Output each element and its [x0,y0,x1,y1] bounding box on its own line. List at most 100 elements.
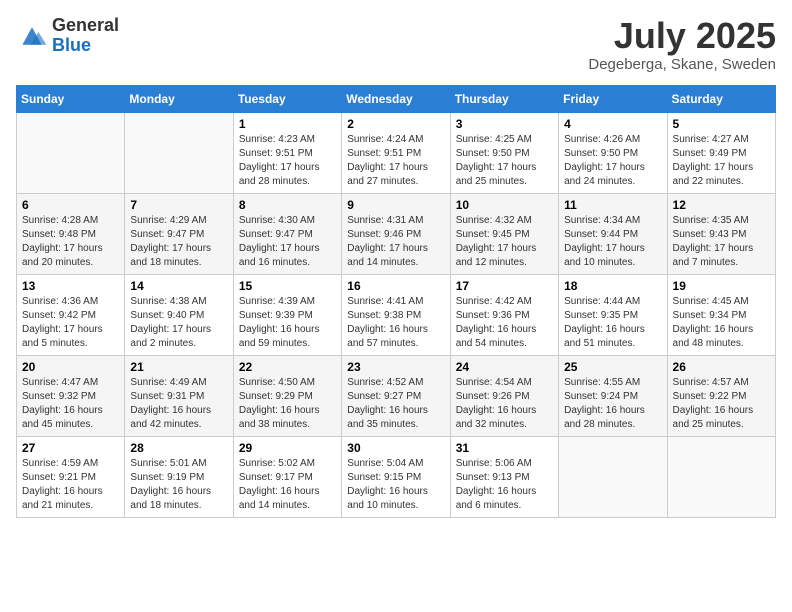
title-block: July 2025 Degeberga, Skane, Sweden [588,16,776,73]
calendar-cell: 12 Sunrise: 4:35 AM Sunset: 9:43 PM Dayli… [667,193,775,274]
day-number: 12 [673,198,770,212]
calendar-cell [667,436,775,517]
day-number: 8 [239,198,336,212]
day-number: 1 [239,117,336,131]
calendar-cell: 21 Sunrise: 4:49 AM Sunset: 9:31 PM Dayli… [125,355,233,436]
calendar-cell: 10Sunrise: 4:32 AM Sunset: 9:45 PM Dayli… [450,193,558,274]
day-info: Sunrise: 4:39 AM Sunset: 9:39 PM Dayligh… [239,295,336,351]
day-info: Sunrise: 4:38 AM Sunset: 9:40 PM Dayligh… [130,295,227,351]
calendar-week-row: 6 Sunrise: 4:28 AM Sunset: 9:48 PM Daylig… [17,193,776,274]
day-info: Sunrise: 4:32 AM Sunset: 9:45 PM Dayligh… [456,214,553,270]
calendar-week-row: 1Sunrise: 4:23 AM Sunset: 9:51 PM Daylig… [17,112,776,193]
day-number: 5 [673,117,770,131]
calendar-cell [125,112,233,193]
calendar-cell: 3 Sunrise: 4:25 AM Sunset: 9:50 PM Daylig… [450,112,558,193]
day-info: Sunrise: 4:52 AM Sunset: 9:27 PM Dayligh… [347,376,444,432]
calendar-cell: 17 Sunrise: 4:42 AM Sunset: 9:36 PM Dayli… [450,274,558,355]
day-number: 25 [564,360,661,374]
weekday-header-tuesday: Tuesday [233,85,341,112]
day-number: 19 [673,279,770,293]
day-number: 15 [239,279,336,293]
day-number: 20 [22,360,119,374]
day-number: 13 [22,279,119,293]
day-info: Sunrise: 4:30 AM Sunset: 9:47 PM Dayligh… [239,214,336,270]
day-number: 28 [130,441,227,455]
day-number: 17 [456,279,553,293]
day-info: Sunrise: 5:02 AM Sunset: 9:17 PM Dayligh… [239,457,336,513]
weekday-header-monday: Monday [125,85,233,112]
calendar-week-row: 20 Sunrise: 4:47 AM Sunset: 9:32 PM Dayli… [17,355,776,436]
day-info: Sunrise: 4:27 AM Sunset: 9:49 PM Dayligh… [673,133,770,189]
calendar-cell: 19 Sunrise: 4:45 AM Sunset: 9:34 PM Dayli… [667,274,775,355]
day-number: 9 [347,198,444,212]
day-number: 2 [347,117,444,131]
day-info: Sunrise: 4:28 AM Sunset: 9:48 PM Dayligh… [22,214,119,270]
day-info: Sunrise: 4:57 AM Sunset: 9:22 PM Dayligh… [673,376,770,432]
calendar-cell: 4 Sunrise: 4:26 AM Sunset: 9:50 PM Daylig… [559,112,667,193]
logo-icon [16,22,48,50]
calendar-cell: 26 Sunrise: 4:57 AM Sunset: 9:22 PM Dayli… [667,355,775,436]
calendar-cell: 5 Sunrise: 4:27 AM Sunset: 9:49 PM Daylig… [667,112,775,193]
calendar-table: SundayMondayTuesdayWednesdayThursdayFrid… [16,85,776,518]
day-info: Sunrise: 4:26 AM Sunset: 9:50 PM Dayligh… [564,133,661,189]
day-info: Sunrise: 4:42 AM Sunset: 9:36 PM Dayligh… [456,295,553,351]
day-info: Sunrise: 5:04 AM Sunset: 9:15 PM Dayligh… [347,457,444,513]
day-info: Sunrise: 4:59 AM Sunset: 9:21 PM Dayligh… [22,457,119,513]
calendar-cell: 2 Sunrise: 4:24 AM Sunset: 9:51 PM Daylig… [342,112,450,193]
weekday-header-wednesday: Wednesday [342,85,450,112]
weekday-header-saturday: Saturday [667,85,775,112]
location-subtitle: Degeberga, Skane, Sweden [588,56,776,73]
calendar-cell: 27 Sunrise: 4:59 AM Sunset: 9:21 PM Dayli… [17,436,125,517]
calendar-cell: 13 Sunrise: 4:36 AM Sunset: 9:42 PM Dayli… [17,274,125,355]
day-number: 6 [22,198,119,212]
day-info: Sunrise: 4:35 AM Sunset: 9:43 PM Dayligh… [673,214,770,270]
calendar-cell: 6 Sunrise: 4:28 AM Sunset: 9:48 PM Daylig… [17,193,125,274]
calendar-cell: 1Sunrise: 4:23 AM Sunset: 9:51 PM Daylig… [233,112,341,193]
day-info: Sunrise: 4:24 AM Sunset: 9:51 PM Dayligh… [347,133,444,189]
calendar-cell: 24 Sunrise: 4:54 AM Sunset: 9:26 PM Dayli… [450,355,558,436]
day-number: 3 [456,117,553,131]
month-title: July 2025 [588,16,776,56]
calendar-cell: 23 Sunrise: 4:52 AM Sunset: 9:27 PM Dayli… [342,355,450,436]
day-number: 27 [22,441,119,455]
calendar-cell: 18 Sunrise: 4:44 AM Sunset: 9:35 PM Dayli… [559,274,667,355]
calendar-cell: 28 Sunrise: 5:01 AM Sunset: 9:19 PM Dayli… [125,436,233,517]
calendar-cell: 11Sunrise: 4:34 AM Sunset: 9:44 PM Dayli… [559,193,667,274]
day-number: 21 [130,360,227,374]
day-number: 24 [456,360,553,374]
day-info: Sunrise: 5:06 AM Sunset: 9:13 PM Dayligh… [456,457,553,513]
logo: General Blue [16,16,119,56]
day-number: 7 [130,198,227,212]
day-info: Sunrise: 4:36 AM Sunset: 9:42 PM Dayligh… [22,295,119,351]
calendar-cell: 25Sunrise: 4:55 AM Sunset: 9:24 PM Dayli… [559,355,667,436]
calendar-week-row: 27 Sunrise: 4:59 AM Sunset: 9:21 PM Dayli… [17,436,776,517]
day-number: 29 [239,441,336,455]
day-info: Sunrise: 4:45 AM Sunset: 9:34 PM Dayligh… [673,295,770,351]
day-info: Sunrise: 4:34 AM Sunset: 9:44 PM Dayligh… [564,214,661,270]
day-number: 26 [673,360,770,374]
day-info: Sunrise: 5:01 AM Sunset: 9:19 PM Dayligh… [130,457,227,513]
calendar-cell: 31Sunrise: 5:06 AM Sunset: 9:13 PM Dayli… [450,436,558,517]
calendar-cell: 15 Sunrise: 4:39 AM Sunset: 9:39 PM Dayli… [233,274,341,355]
calendar-cell: 29 Sunrise: 5:02 AM Sunset: 9:17 PM Dayli… [233,436,341,517]
calendar-week-row: 13 Sunrise: 4:36 AM Sunset: 9:42 PM Dayli… [17,274,776,355]
calendar-cell: 22 Sunrise: 4:50 AM Sunset: 9:29 PM Dayli… [233,355,341,436]
page-header: General Blue July 2025 Degeberga, Skane,… [16,16,776,73]
calendar-cell: 9 Sunrise: 4:31 AM Sunset: 9:46 PM Daylig… [342,193,450,274]
day-number: 23 [347,360,444,374]
day-info: Sunrise: 4:31 AM Sunset: 9:46 PM Dayligh… [347,214,444,270]
logo-text: General Blue [52,16,119,56]
day-info: Sunrise: 4:29 AM Sunset: 9:47 PM Dayligh… [130,214,227,270]
calendar-cell: 7 Sunrise: 4:29 AM Sunset: 9:47 PM Daylig… [125,193,233,274]
day-info: Sunrise: 4:44 AM Sunset: 9:35 PM Dayligh… [564,295,661,351]
day-number: 22 [239,360,336,374]
day-info: Sunrise: 4:54 AM Sunset: 9:26 PM Dayligh… [456,376,553,432]
day-info: Sunrise: 4:49 AM Sunset: 9:31 PM Dayligh… [130,376,227,432]
day-info: Sunrise: 4:25 AM Sunset: 9:50 PM Dayligh… [456,133,553,189]
day-number: 4 [564,117,661,131]
day-number: 30 [347,441,444,455]
day-info: Sunrise: 4:47 AM Sunset: 9:32 PM Dayligh… [22,376,119,432]
day-info: Sunrise: 4:50 AM Sunset: 9:29 PM Dayligh… [239,376,336,432]
day-number: 18 [564,279,661,293]
calendar-cell: 30 Sunrise: 5:04 AM Sunset: 9:15 PM Dayli… [342,436,450,517]
